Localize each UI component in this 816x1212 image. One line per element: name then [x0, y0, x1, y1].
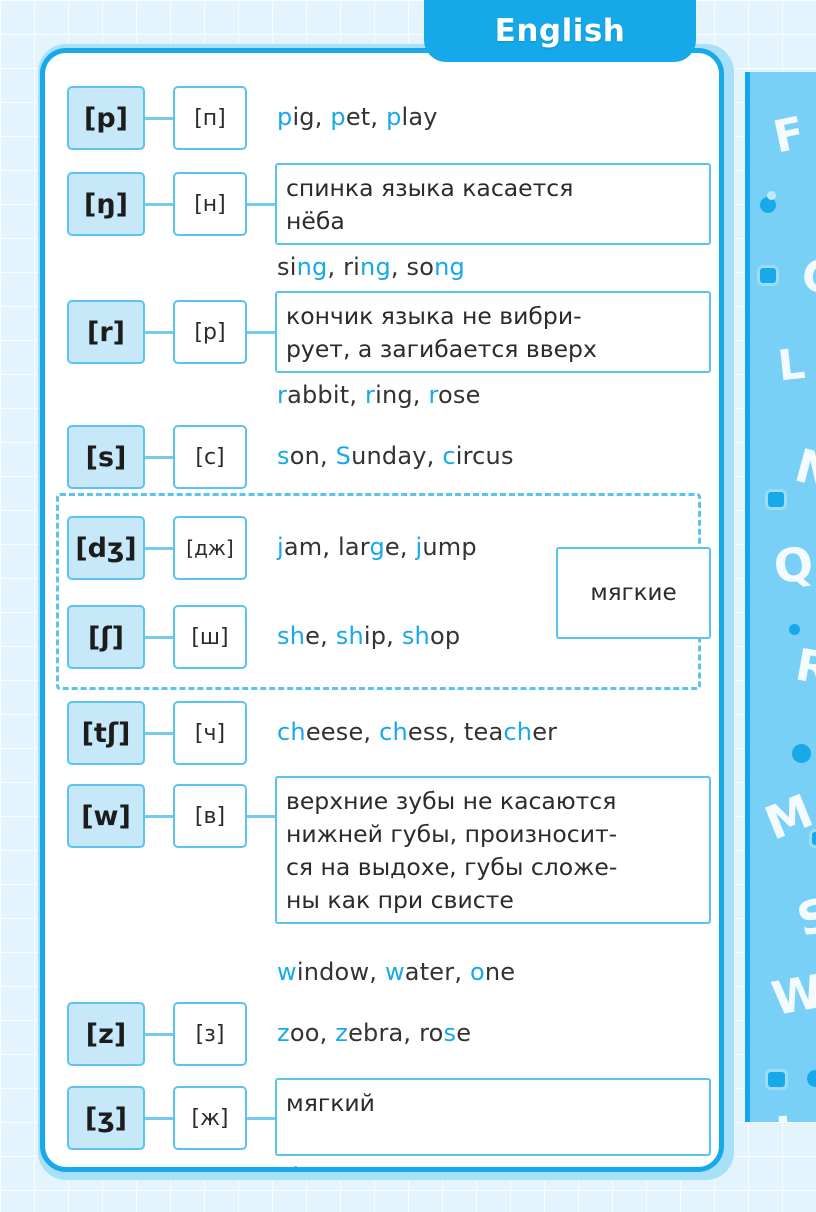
articulation-note: мягкий [275, 1078, 711, 1156]
ipa-symbol-box[interactable]: [w] [67, 784, 145, 848]
connector-line [145, 1117, 173, 1120]
example-words: sing, ring, song [277, 253, 465, 281]
example-words: son, Sunday, circus [277, 442, 514, 470]
decor-dot-2 [789, 624, 800, 635]
decor-square-4 [768, 1072, 785, 1087]
decorative-side-rail: F G L N Q R M S W J [745, 72, 816, 1122]
example-words: cheese, chess, teacher [277, 718, 558, 746]
cyrillic-symbol-box[interactable]: [ш] [173, 605, 247, 669]
connector-line [247, 815, 275, 818]
cyrillic-symbol-box[interactable]: [дж] [173, 516, 247, 580]
ipa-symbol-box[interactable]: [ʒ] [67, 1086, 145, 1150]
note-line: ны как при свисте [286, 886, 514, 914]
example-words: jam, large, jump [277, 533, 477, 561]
connector-line [145, 732, 173, 735]
connector-line [145, 456, 173, 459]
connector-line [145, 331, 173, 334]
decor-square-3 [812, 832, 816, 845]
connector-line [247, 331, 275, 334]
cyrillic-symbol-box[interactable]: [н] [173, 172, 247, 236]
articulation-note: кончик языка не вибри- рует, а загибаетс… [275, 291, 711, 373]
decor-letter-r: R [791, 639, 816, 696]
phonetics-card: [p] [п] pig, pet, play [ŋ] [н] спинка яз… [40, 48, 724, 1172]
phoneme-row-list: [p] [п] pig, pet, play [ŋ] [н] спинка яз… [45, 53, 719, 1167]
decor-letter-f: F [769, 107, 810, 164]
ipa-symbol-box[interactable]: [ʃ] [67, 605, 145, 669]
ipa-symbol-box[interactable]: [p] [67, 86, 145, 150]
decor-letter-j: J [774, 1107, 795, 1122]
note-line: рует, а загибается вверх [286, 335, 597, 363]
decor-letter-s: S [791, 886, 816, 948]
cyrillic-symbol-box[interactable]: [с] [173, 425, 247, 489]
example-words: rabbit, ring, rose [277, 381, 481, 409]
note-line: нижней губы, произносит- [286, 820, 618, 848]
decor-letter-n: N [789, 437, 816, 501]
decor-letter-q: Q [770, 535, 816, 595]
soft-consonants-label: мягкие [556, 547, 711, 639]
note-line: ся на выдохе, губы сложе- [286, 853, 618, 881]
connector-line [145, 547, 173, 550]
decor-letter-m: M [757, 783, 816, 851]
header-tab: English [424, 0, 696, 62]
ipa-symbol-box[interactable]: [tʃ] [67, 701, 145, 765]
decor-dot-3 [792, 744, 811, 763]
cyrillic-symbol-box[interactable]: [р] [173, 300, 247, 364]
cyrillic-symbol-box[interactable]: [в] [173, 784, 247, 848]
example-words: pleasure, measure [277, 1163, 504, 1167]
ipa-symbol-box[interactable]: [r] [67, 300, 145, 364]
decor-letter-l: L [775, 338, 808, 391]
connector-line [145, 636, 173, 639]
note-line: кончик языка не вибри- [286, 302, 582, 330]
decor-letter-w: W [767, 964, 816, 1026]
decor-letter-g: G [798, 249, 816, 306]
note-line: верхние зубы не касаются [286, 787, 617, 815]
decor-dot-1b [767, 191, 776, 200]
connector-line [247, 203, 275, 206]
articulation-note: спинка языка касается нёба [275, 163, 711, 245]
ipa-symbol-box[interactable]: [z] [67, 1002, 145, 1066]
cyrillic-symbol-box[interactable]: [ж] [173, 1086, 247, 1150]
connector-line [145, 1033, 173, 1036]
cyrillic-symbol-box[interactable]: [з] [173, 1002, 247, 1066]
page-title: English [494, 13, 626, 49]
ipa-symbol-box[interactable]: [ŋ] [67, 172, 145, 236]
ipa-symbol-box[interactable]: [dʒ] [67, 516, 145, 580]
connector-line [145, 815, 173, 818]
example-words: she, ship, shop [277, 622, 461, 650]
connector-line [145, 203, 173, 206]
worksheet-page: F G L N Q R M S W J English [p] [п [0, 0, 816, 1212]
connector-line [247, 1117, 275, 1120]
example-words: window, water, one [277, 958, 516, 986]
example-words: zoo, zebra, rose [277, 1019, 472, 1047]
decor-square-2 [768, 492, 784, 507]
decor-square-1 [760, 268, 776, 283]
connector-line [145, 117, 173, 120]
note-line: спинка языка касается [286, 174, 574, 202]
example-words: pig, pet, play [277, 103, 438, 131]
cyrillic-symbol-box[interactable]: [ч] [173, 701, 247, 765]
decor-dot-4 [807, 1070, 816, 1087]
note-line: нёба [286, 207, 345, 235]
ipa-symbol-box[interactable]: [s] [67, 425, 145, 489]
articulation-note: верхние зубы не касаются нижней губы, пр… [275, 776, 711, 924]
cyrillic-symbol-box[interactable]: [п] [173, 86, 247, 150]
note-line: мягкий [286, 1089, 375, 1117]
